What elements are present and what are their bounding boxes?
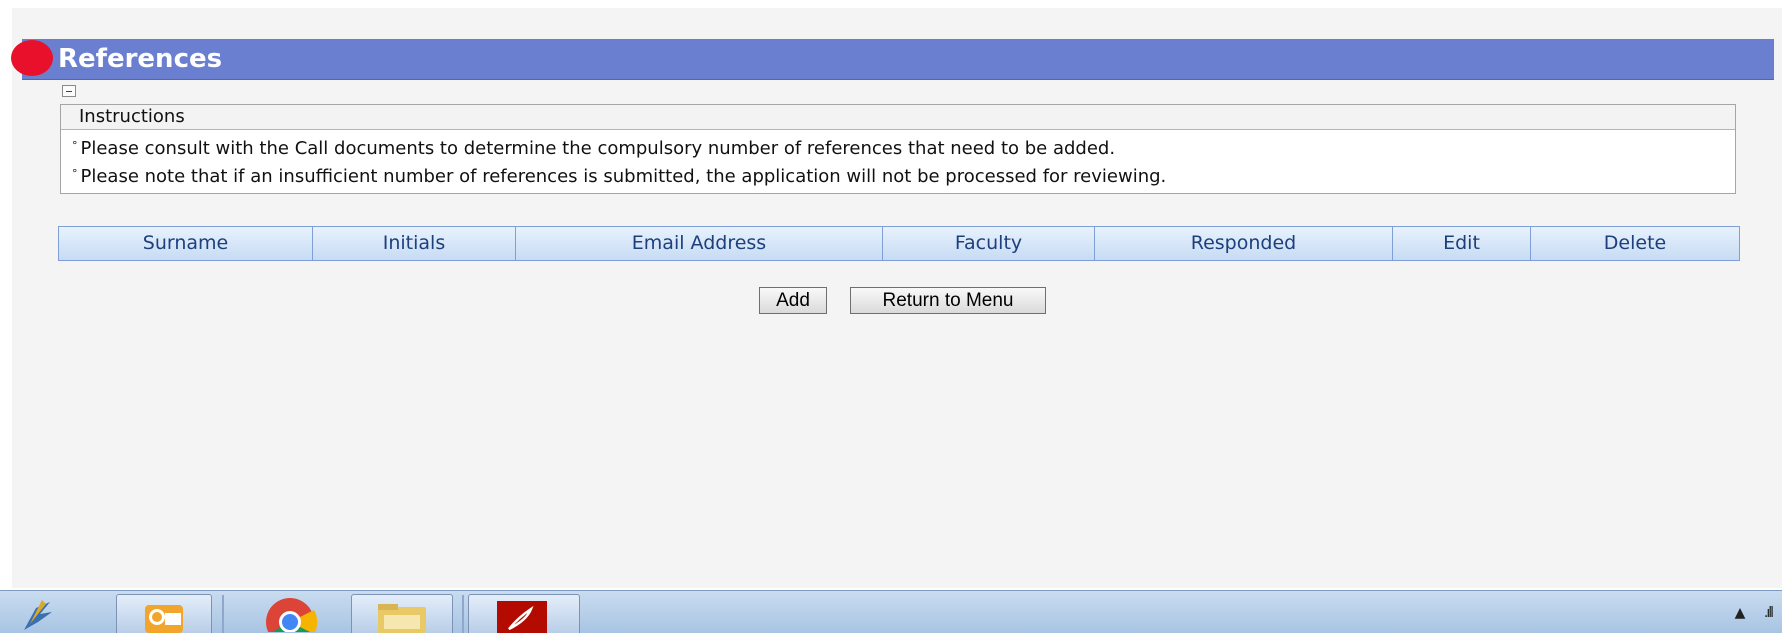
- instructions-heading: Instructions: [61, 105, 1735, 130]
- bullet-icon: °: [72, 167, 78, 180]
- column-header-delete[interactable]: Delete: [1531, 227, 1739, 260]
- instructions-panel: Instructions ° Please consult with the Ca…: [60, 104, 1736, 194]
- page-title: References: [58, 44, 223, 74]
- section-marker-icon: [11, 40, 53, 76]
- collapse-toggle-icon[interactable]: [62, 85, 76, 97]
- taskbar: ▲ .ıll: [0, 590, 1782, 637]
- taskbar-separator: [222, 595, 224, 633]
- add-button[interactable]: Add: [759, 287, 827, 314]
- chrome-icon: [266, 598, 318, 637]
- taskbar-button-acrobat[interactable]: [468, 594, 580, 635]
- taskbar-separator: [462, 595, 464, 633]
- instruction-text: Please note that if an insufficient numb…: [80, 166, 1167, 187]
- system-tray: ▲ .ıll: [1735, 605, 1774, 621]
- instruction-text: Please consult with the Call documents t…: [80, 138, 1116, 159]
- instruction-line: ° Please note that if an insufficient num…: [61, 161, 1735, 189]
- return-to-menu-button[interactable]: Return to Menu: [850, 287, 1046, 314]
- references-grid-header: Surname Initials Email Address Faculty R…: [58, 226, 1740, 261]
- tray-expand-icon[interactable]: ▲: [1735, 605, 1746, 621]
- taskbar-button-outlook[interactable]: [116, 594, 212, 633]
- folder-icon: [378, 604, 426, 635]
- section-header-bar: [22, 39, 1774, 79]
- outlook-icon: [145, 605, 183, 633]
- column-header-initials[interactable]: Initials: [313, 227, 516, 260]
- column-header-responded[interactable]: Responded: [1095, 227, 1393, 260]
- column-header-faculty[interactable]: Faculty: [883, 227, 1095, 260]
- taskbar-button-chrome[interactable]: [240, 594, 340, 637]
- column-header-edit[interactable]: Edit: [1393, 227, 1531, 260]
- bird-app-icon[interactable]: [6, 594, 110, 633]
- column-header-email[interactable]: Email Address: [516, 227, 883, 260]
- acrobat-icon: [497, 601, 547, 635]
- bullet-icon: °: [72, 139, 78, 152]
- column-header-surname[interactable]: Surname: [59, 227, 313, 260]
- signal-icon[interactable]: .ıll: [1764, 605, 1774, 621]
- instruction-line: ° Please consult with the Call documents …: [61, 133, 1735, 161]
- taskbar-button-explorer[interactable]: [351, 594, 453, 635]
